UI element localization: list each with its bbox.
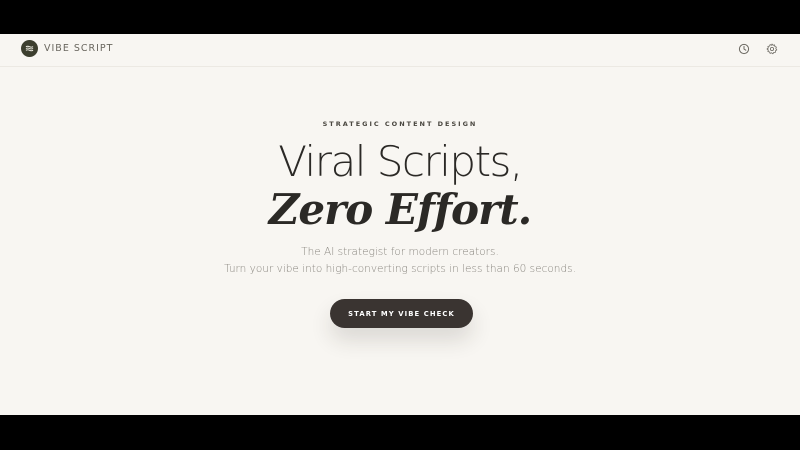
hero-subtitle-line2: Turn your vibe into high-converting scri… bbox=[224, 263, 576, 275]
hero-eyebrow: STRATEGIC CONTENT DESIGN bbox=[322, 120, 478, 128]
brand-name: VIBE SCRIPT bbox=[44, 43, 114, 54]
logo[interactable] bbox=[21, 40, 38, 57]
waves-icon bbox=[25, 45, 34, 52]
hero-subtitle-line1: The AI strategist for modern creators. bbox=[301, 246, 499, 258]
history-button[interactable] bbox=[737, 42, 751, 56]
top-bar: VIBE SCRIPT bbox=[0, 34, 800, 67]
history-icon bbox=[738, 43, 750, 55]
start-vibe-check-button[interactable]: START MY VIBE CHECK bbox=[330, 299, 473, 328]
hero-headline-line2: Zero Effort. bbox=[268, 185, 532, 234]
app-page: VIBE SCRIPT STRATEGIC CONTENT DESIGN Vir… bbox=[0, 34, 800, 415]
settings-icon bbox=[766, 43, 778, 55]
settings-button[interactable] bbox=[765, 42, 779, 56]
